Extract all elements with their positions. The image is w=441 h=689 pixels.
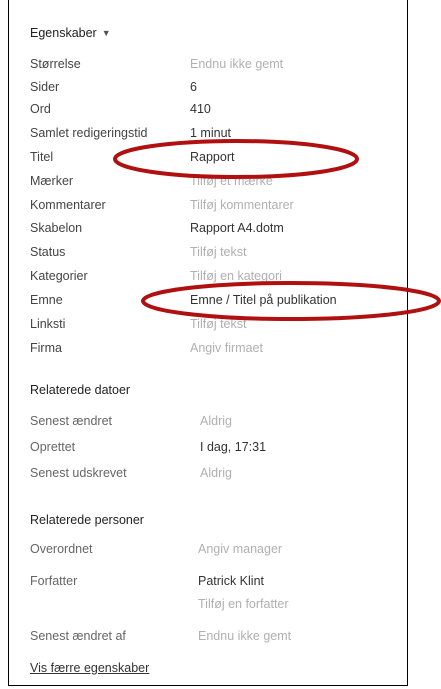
related-dates-header: Relaterede datoer: [30, 383, 130, 397]
date-value: Aldrig: [200, 414, 232, 428]
property-row-words: Ord 410: [30, 102, 441, 122]
property-label: Kategorier: [30, 269, 88, 283]
property-row-template: Skabelon Rapport A4.dotm: [30, 221, 441, 241]
property-label: Ord: [30, 102, 51, 116]
property-row-comments: Kommentarer Tilføj kommentarer: [30, 198, 441, 218]
related-people-title: Relaterede personer: [30, 513, 144, 527]
subject-field[interactable]: Emne / Titel på publikation: [190, 293, 337, 307]
people-label: Senest ændret af: [30, 629, 126, 643]
properties-title: Egenskaber: [30, 26, 97, 40]
people-label: Overordnet: [30, 542, 93, 556]
date-value: I dag, 17:31: [200, 440, 267, 454]
title-field[interactable]: Rapport: [190, 150, 234, 164]
property-row-title: Titel Rapport: [30, 150, 441, 170]
manager-field[interactable]: Angiv manager: [198, 542, 282, 556]
property-row-subject: Emne Emne / Titel på publikation: [30, 293, 441, 313]
property-row-status: Status Tilføj tekst: [30, 245, 441, 265]
property-row-tags: Mærker Tilføj et mærke: [30, 174, 441, 194]
properties-header[interactable]: Egenskaber ▼: [30, 26, 111, 40]
property-label: Størrelse: [30, 57, 81, 71]
property-label: Kommentarer: [30, 198, 106, 212]
property-label: Firma: [30, 341, 62, 355]
status-field[interactable]: Tilføj tekst: [190, 245, 246, 259]
property-value: 6: [190, 80, 197, 94]
date-label: Senest ændret: [30, 414, 112, 428]
property-value: Endnu ikke gemt: [190, 57, 284, 71]
people-row-add-author: Tilføj en forfatter: [30, 597, 441, 617]
property-row-company: Firma Angiv firmaet: [30, 341, 441, 361]
dropdown-caret-icon[interactable]: ▼: [102, 28, 111, 38]
people-row-manager: Overordnet Angiv manager: [30, 542, 441, 562]
date-label: Senest udskrevet: [30, 466, 127, 480]
property-row-pages: Sider 6: [30, 80, 441, 100]
date-value: Aldrig: [200, 466, 232, 480]
date-row-last-modified: Senest ændret Aldrig: [30, 414, 441, 434]
property-row-hyperlink-base: Linksti Tilføj tekst: [30, 317, 441, 337]
date-label: Oprettet: [30, 440, 76, 454]
show-fewer-properties-link[interactable]: Vis færre egenskaber: [30, 661, 149, 675]
people-row-last-modified-by: Senest ændret af Endnu ikke gemt: [30, 629, 441, 649]
property-value: 1 minut: [190, 126, 231, 140]
property-label: Emne: [30, 293, 63, 307]
property-value: 410: [190, 102, 211, 116]
template-link[interactable]: Rapport A4.dotm: [190, 221, 284, 235]
related-people-header: Relaterede personer: [30, 513, 144, 527]
property-row-size: Størrelse Endnu ikke gemt: [30, 57, 441, 77]
property-row-categories: Kategorier Tilføj en kategori: [30, 269, 441, 289]
people-value: Endnu ikke gemt: [198, 629, 292, 643]
categories-field[interactable]: Tilføj en kategori: [190, 269, 282, 283]
property-label: Titel: [30, 150, 54, 164]
property-label: Status: [30, 245, 66, 259]
comments-field[interactable]: Tilføj kommentarer: [190, 198, 294, 212]
author-name[interactable]: Patrick Klint: [198, 574, 264, 588]
related-dates-title: Relaterede datoer: [30, 383, 131, 397]
property-row-edit-time: Samlet redigeringstid 1 minut: [30, 126, 441, 146]
property-label: Skabelon: [30, 221, 83, 235]
company-field[interactable]: Angiv firmaet: [190, 341, 263, 355]
date-row-created: Oprettet I dag, 17:31: [30, 440, 441, 460]
property-label: Samlet redigeringstid: [30, 126, 148, 140]
property-label: Linksti: [30, 317, 66, 331]
tags-field[interactable]: Tilføj et mærke: [190, 174, 273, 188]
people-label: Forfatter: [30, 574, 78, 588]
date-row-last-printed: Senest udskrevet Aldrig: [30, 466, 441, 486]
add-author-link[interactable]: Tilføj en forfatter: [198, 597, 289, 611]
people-row-author: Forfatter Patrick Klint: [30, 574, 441, 594]
hyperlink-base-field[interactable]: Tilføj tekst: [190, 317, 246, 331]
property-label: Mærker: [30, 174, 74, 188]
property-label: Sider: [30, 80, 60, 94]
